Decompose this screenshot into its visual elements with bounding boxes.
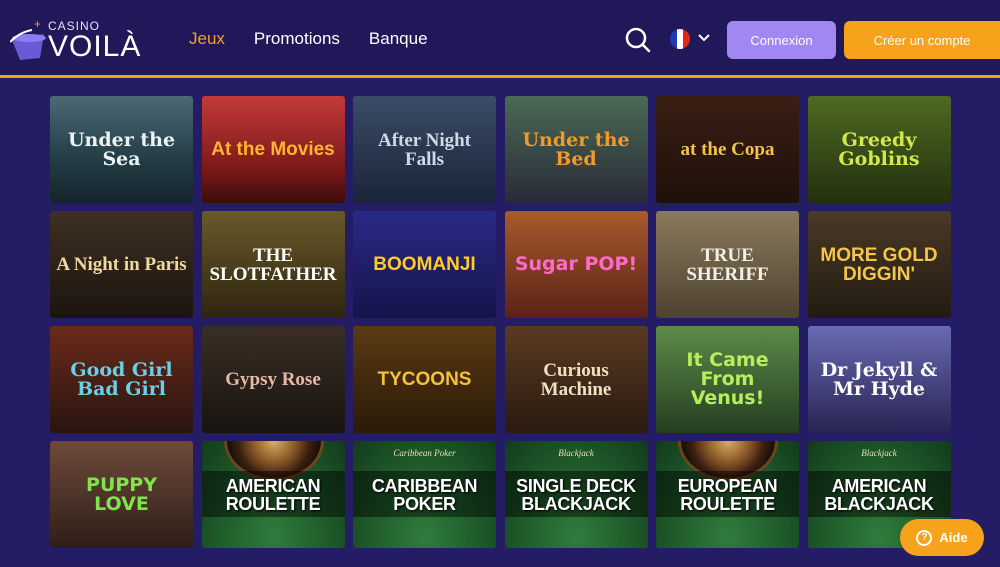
game-title: Greedy Goblins	[838, 128, 920, 170]
game-title: THE SLOTFATHER	[209, 244, 337, 285]
game-title: AMERICAN ROULETTE	[225, 475, 321, 514]
question-icon: ?	[916, 529, 933, 546]
game-tile[interactable]: TYCOONS	[353, 326, 496, 433]
game-grid: Under the Sea At the Movies After Night Fa…	[50, 96, 951, 548]
site-header: + CASINO VOILÀ Jeux Promotions Banque Co…	[0, 0, 1000, 78]
nav-promotions[interactable]: Promotions	[254, 29, 340, 49]
game-title: At the Movies	[211, 139, 335, 160]
game-title: Curious Machine	[540, 359, 612, 400]
game-title: TYCOONS	[377, 369, 472, 390]
game-tile[interactable]: THE SLOTFATHER	[201, 211, 345, 318]
game-tile[interactable]: TRUE SHERIFF	[656, 211, 799, 318]
nav-banque[interactable]: Banque	[369, 29, 428, 49]
casino-voila-logo[interactable]: + CASINO VOILÀ	[6, 16, 146, 64]
table-game-tile[interactable]: Caribbean Poker CARIBBEAN POKER	[353, 441, 496, 548]
game-title: BOOMANJI	[373, 254, 476, 275]
game-title: Gypsy Rose	[225, 369, 321, 390]
game-title: A Night in Paris	[56, 254, 187, 275]
game-tile[interactable]: It Came From Venus!	[656, 326, 799, 433]
logo-voila-text: VOILÀ	[48, 30, 142, 63]
table-game-tile[interactable]: AMERICAN ROULETTE	[201, 441, 345, 548]
nav-jeux[interactable]: Jeux	[189, 29, 225, 49]
game-tile[interactable]: Under the Sea	[50, 96, 193, 203]
search-icon[interactable]	[625, 27, 651, 53]
game-title: Dr Jekyll & Mr Hyde	[820, 358, 938, 400]
main-nav: Jeux Promotions Banque	[189, 29, 428, 49]
magic-hat-icon	[10, 29, 46, 60]
game-tile[interactable]: Dr Jekyll & Mr Hyde	[807, 326, 951, 433]
game-title: at the Copa	[680, 139, 775, 160]
game-tile[interactable]: After Night Falls	[353, 96, 496, 203]
game-tile[interactable]: MORE GOLD DIGGIN'	[807, 211, 951, 318]
language-selector[interactable]	[670, 29, 714, 51]
game-title: EUROPEAN ROULETTE	[677, 475, 778, 514]
game-tile[interactable]: at the Copa	[656, 96, 799, 203]
game-tile[interactable]: Greedy Goblins	[807, 96, 951, 203]
game-title: Under the Sea	[67, 128, 176, 170]
game-tile[interactable]: PUPPY LOVE	[50, 441, 193, 548]
sparkle-icon: +	[34, 17, 42, 31]
game-title: After Night Falls	[377, 129, 472, 170]
game-tile[interactable]: Good Girl Bad Girl	[50, 326, 193, 433]
game-tile[interactable]: Under the Bed	[504, 96, 648, 203]
game-tile[interactable]: Gypsy Rose	[201, 326, 345, 433]
table-game-tile[interactable]: Blackjack SINGLE DECK BLACKJACK	[504, 441, 648, 548]
help-label: Aide	[939, 530, 968, 545]
game-title: TRUE SHERIFF	[686, 244, 769, 285]
game-title: Good Girl Bad Girl	[70, 358, 173, 400]
chevron-down-icon	[698, 34, 710, 42]
game-tile[interactable]: At the Movies	[201, 96, 345, 203]
france-flag-icon	[670, 29, 690, 49]
table-game-subtitle: Blackjack	[861, 448, 897, 458]
help-button[interactable]: ? Aide	[900, 519, 984, 556]
register-button[interactable]: Créer un compte	[844, 21, 1000, 59]
table-game-tile[interactable]: EUROPEAN ROULETTE	[656, 441, 799, 548]
table-game-subtitle: Blackjack	[558, 448, 594, 458]
game-title: PUPPY LOVE	[86, 473, 157, 515]
game-title: MORE GOLD DIGGIN'	[820, 244, 938, 285]
game-tile[interactable]: Curious Machine	[504, 326, 648, 433]
game-title: AMERICAN BLACKJACK	[824, 475, 934, 514]
game-title: It Came From Venus!	[686, 349, 769, 409]
table-game-subtitle: Caribbean Poker	[393, 448, 456, 458]
game-title: Sugar POP!	[514, 253, 638, 275]
game-title: Under the Bed	[522, 128, 630, 170]
login-button[interactable]: Connexion	[727, 21, 836, 59]
game-title: SINGLE DECK BLACKJACK	[516, 475, 636, 514]
game-tile[interactable]: A Night in Paris	[50, 211, 193, 318]
game-tile[interactable]: Sugar POP!	[504, 211, 648, 318]
game-title: CARIBBEAN POKER	[371, 475, 478, 514]
game-tile[interactable]: BOOMANJI	[353, 211, 496, 318]
